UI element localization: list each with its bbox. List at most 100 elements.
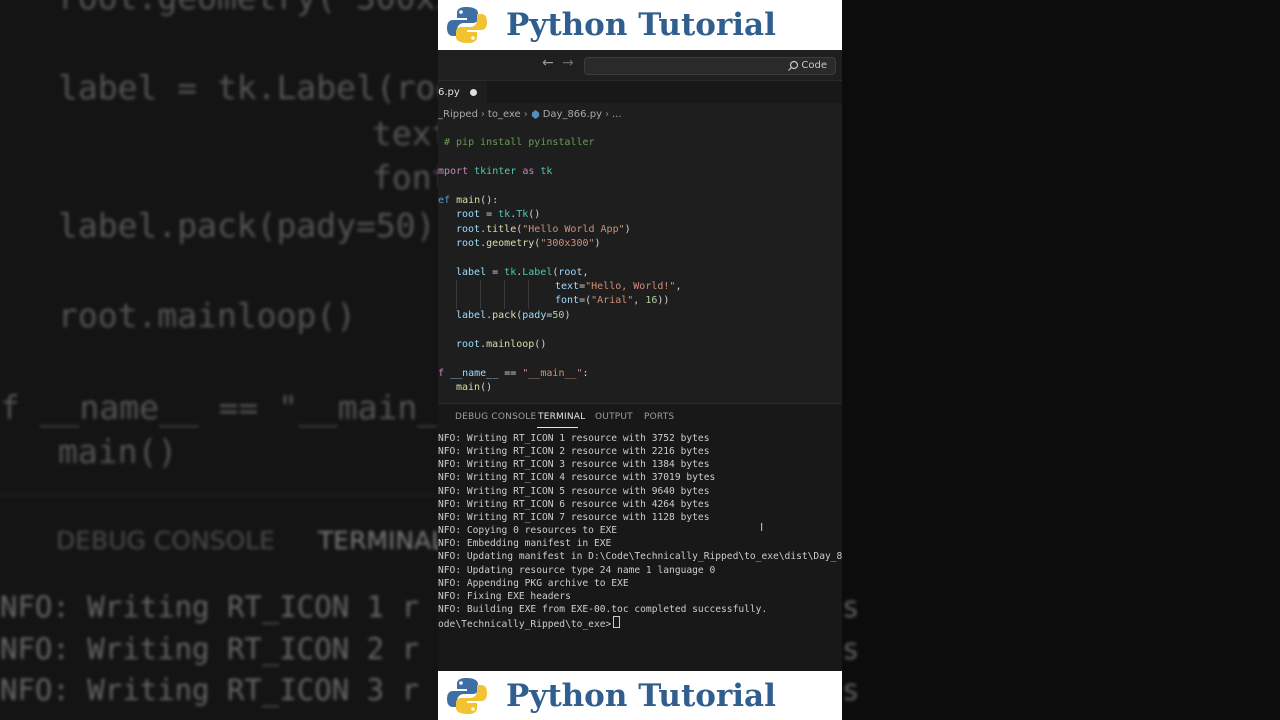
function-name: title xyxy=(486,224,517,235)
module-name: tk xyxy=(498,209,511,220)
module-name: tkinter xyxy=(474,166,517,177)
bg-terminal-line: NFO: Writing RT_ICON 2 r xyxy=(0,632,420,666)
variable: root xyxy=(456,209,481,220)
search-label: Code xyxy=(801,60,827,71)
keyword-argument: text xyxy=(555,281,580,292)
keyword: f xyxy=(438,368,445,379)
bg-code-line: f __name__ == "__main_ xyxy=(0,388,438,427)
background-left-content: root.geometry("300x30 label = tk.Label(r… xyxy=(0,0,438,720)
variable: root xyxy=(456,224,481,235)
terminal-line: NFO: Copying 0 resources to EXE xyxy=(438,525,618,536)
background-right-content: s s s xyxy=(842,0,1280,720)
background-left: root.geometry("300x30 label = tk.Label(r… xyxy=(0,0,438,720)
forward-arrow-icon[interactable]: → xyxy=(562,55,574,71)
python-file-icon xyxy=(531,109,539,119)
function-name: mainloop xyxy=(486,339,535,350)
string: "Arial" xyxy=(591,295,634,306)
bg-terminal-line: s xyxy=(842,673,860,707)
terminal-line: NFO: Fixing EXE headers xyxy=(438,591,571,602)
terminal-line: NFO: Writing RT_ICON 4 resource with 370… xyxy=(438,472,716,483)
python-logo-icon xyxy=(447,7,487,43)
video-column: Python Tutorial ← → Code 6.py _Ripped › … xyxy=(438,0,842,720)
variable: __name__ xyxy=(450,368,499,379)
tab-output[interactable]: OUTPUT xyxy=(595,412,633,422)
function-name: main xyxy=(456,382,481,393)
background-right: s s s xyxy=(842,0,1280,720)
command-center-search[interactable]: Code xyxy=(584,57,836,75)
function-name: main xyxy=(456,195,481,206)
bg-terminal-line: s xyxy=(842,590,860,624)
bg-code-line: root.geometry("300x30 xyxy=(58,0,438,17)
terminal-prompt: ode\Technically_Ripped\to_exe> xyxy=(438,616,621,630)
keyword: as xyxy=(522,166,535,177)
code-line: label.pack(pady=50) xyxy=(456,310,571,321)
punctuation: () xyxy=(528,209,541,220)
tab-terminal[interactable]: TERMINAL xyxy=(538,412,585,422)
terminal-line: NFO: Updating manifest in D:\Code\Techni… xyxy=(438,551,842,562)
function-name: geometry xyxy=(486,238,535,249)
breadcrumb-item[interactable]: Day_866.py xyxy=(543,109,602,120)
terminal-line: NFO: Writing RT_ICON 3 resource with 138… xyxy=(438,459,710,470)
indent-guide xyxy=(480,280,481,309)
indent-guide xyxy=(456,280,457,309)
module-alias: tk xyxy=(540,166,553,177)
argument: root xyxy=(558,267,583,278)
terminal-line: NFO: Writing RT_ICON 1 resource with 375… xyxy=(438,433,710,444)
variable: root xyxy=(456,238,481,249)
terminal-line: NFO: Building EXE from EXE-00.toc comple… xyxy=(438,604,768,615)
banner-title: Python Tutorial xyxy=(506,677,776,714)
indent-guide xyxy=(528,280,529,309)
code-line: root.title("Hello World App") xyxy=(456,224,631,235)
keyword-argument: font xyxy=(555,295,580,306)
tab-debug-console[interactable]: DEBUG CONSOLE xyxy=(455,412,536,422)
number: 16 xyxy=(645,295,658,306)
operator: = xyxy=(480,209,499,220)
code-line: mport tkinter as tk xyxy=(438,165,552,179)
bg-terminal-line: NFO: Writing RT_ICON 3 r xyxy=(0,673,420,707)
keyword: ef xyxy=(438,195,451,206)
editor-tab-file[interactable]: 6.py xyxy=(438,81,487,103)
bg-code-line: label.pack(pady=50) xyxy=(58,206,436,245)
breadcrumb-item[interactable]: to_exe xyxy=(488,109,521,120)
code-line: label = tk.Label(root, xyxy=(456,267,589,278)
bg-code-line: main() xyxy=(58,432,178,471)
breadcrumb-item[interactable]: _Ripped xyxy=(438,109,478,120)
code-line: root = tk.Tk() xyxy=(456,209,541,220)
bg-divider xyxy=(0,494,438,496)
top-banner: Python Tutorial xyxy=(438,0,842,50)
back-arrow-icon[interactable]: ← xyxy=(542,55,554,71)
code-line: main() xyxy=(456,382,493,393)
terminal-line: NFO: Updating resource type 24 name 1 la… xyxy=(438,565,716,576)
breadcrumb-item[interactable]: ... xyxy=(612,109,622,120)
code-line: ef main(): xyxy=(438,194,498,208)
function-name: pack xyxy=(492,310,517,321)
bg-code-line: text xyxy=(372,114,438,153)
text-cursor-icon: I xyxy=(760,521,764,534)
unsaved-dot-icon xyxy=(469,88,477,96)
terminal-line: NFO: Writing RT_ICON 5 resource with 964… xyxy=(438,486,710,497)
python-logo-icon xyxy=(447,677,487,714)
keyword-argument: pady xyxy=(522,310,547,321)
code-line: f __name__ == "__main__": xyxy=(438,368,589,379)
indent-guide xyxy=(504,280,505,309)
chevron-right-icon: › xyxy=(480,108,485,120)
class-name: Tk xyxy=(516,209,529,220)
class-name: Label xyxy=(522,267,553,278)
search-icon xyxy=(788,60,799,71)
code-line: root.mainloop() xyxy=(456,339,547,350)
comment: # pip install pyinstaller xyxy=(444,137,595,148)
bg-terminal-line: s xyxy=(842,632,860,666)
tab-ports[interactable]: PORTS xyxy=(644,412,674,422)
bg-code-line: font xyxy=(372,158,438,197)
terminal-line: NFO: Appending PKG archive to EXE xyxy=(438,578,629,589)
string: "Hello World App" xyxy=(522,224,625,235)
terminal-line: NFO: Embedding manifest in EXE xyxy=(438,538,612,549)
code-line: font=("Arial", 16)) xyxy=(555,295,670,306)
code-line: root.geometry("300x300") xyxy=(456,238,601,249)
title-bar: ← → Code xyxy=(438,50,842,81)
breadcrumb: _Ripped › to_exe › Day_866.py › ... xyxy=(438,106,622,122)
chevron-right-icon: › xyxy=(523,108,528,120)
bg-tab: DEBUG CONSOLE xyxy=(56,526,275,555)
variable: label xyxy=(456,310,487,321)
variable: label xyxy=(456,267,487,278)
